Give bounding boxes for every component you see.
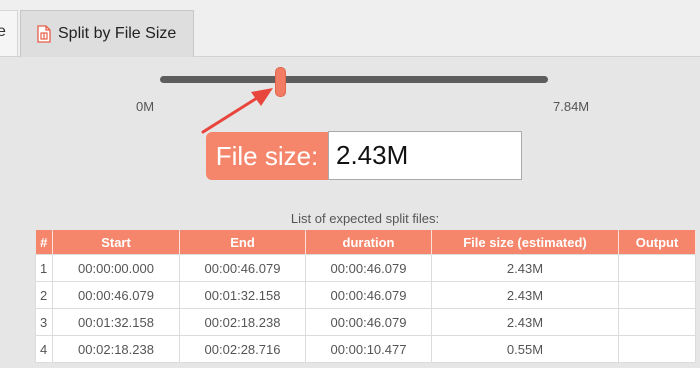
- table-row: 1 00:00:00.000 00:00:46.079 00:00:46.079…: [35, 254, 696, 282]
- row-index: 4: [35, 335, 53, 363]
- file-split-icon: [37, 25, 51, 43]
- column-header: File size (estimated): [431, 230, 619, 255]
- output-cell: [618, 254, 696, 282]
- start-cell: 00:02:18.238: [52, 335, 180, 363]
- output-cell: [618, 335, 696, 363]
- file-size-label: File size:: [206, 132, 328, 180]
- column-header: Start: [52, 230, 180, 255]
- column-header: duration: [305, 230, 432, 255]
- slider-min-label: 0M: [136, 99, 155, 114]
- duration-cell: 00:00:10.477: [305, 335, 432, 363]
- end-cell: 00:02:28.716: [179, 335, 306, 363]
- file-size-cell: 2.43M: [431, 281, 619, 309]
- tab-previous-label: e: [0, 23, 6, 40]
- column-header: Output: [618, 230, 696, 255]
- duration-cell: 00:00:46.079: [305, 281, 432, 309]
- row-index: 1: [35, 254, 53, 282]
- tab-split-by-file-size[interactable]: Split by File Size: [20, 10, 194, 57]
- file-size-input[interactable]: 2.43M: [328, 131, 522, 180]
- output-cell: [618, 281, 696, 309]
- column-header: End: [179, 230, 306, 255]
- slider-max-label: 7.84M: [553, 99, 590, 114]
- start-cell: 00:01:32.158: [52, 308, 180, 336]
- end-cell: 00:00:46.079: [179, 254, 306, 282]
- column-header: #: [35, 230, 53, 255]
- table-row: 2 00:00:46.079 00:01:32.158 00:00:46.079…: [35, 281, 696, 309]
- duration-cell: 00:00:46.079: [305, 308, 432, 336]
- file-size-cell: 2.43M: [431, 254, 619, 282]
- start-cell: 00:00:00.000: [52, 254, 180, 282]
- file-size-cell: 2.43M: [431, 308, 619, 336]
- end-cell: 00:02:18.238: [179, 308, 306, 336]
- split-list-caption: List of expected split files:: [290, 211, 440, 226]
- duration-cell: 00:00:46.079: [305, 254, 432, 282]
- table-row: 4 00:02:18.238 00:02:28.716 00:00:10.477…: [35, 335, 696, 363]
- row-index: 3: [35, 308, 53, 336]
- tab-bar: e Split by File Size: [0, 0, 700, 57]
- output-cell: [618, 308, 696, 336]
- split-files-table: # Start End duration File size (estimate…: [35, 230, 696, 363]
- annotation-arrow-icon: [201, 88, 273, 134]
- start-cell: 00:00:46.079: [52, 281, 180, 309]
- end-cell: 00:01:32.158: [179, 281, 306, 309]
- tab-label: Split by File Size: [58, 25, 177, 42]
- file-size-cell: 0.55M: [431, 335, 619, 363]
- row-index: 2: [35, 281, 53, 309]
- table-header-row: # Start End duration File size (estimate…: [35, 230, 696, 255]
- table-row: 3 00:01:32.158 00:02:18.238 00:00:46.079…: [35, 308, 696, 336]
- tab-previous[interactable]: e: [0, 10, 18, 56]
